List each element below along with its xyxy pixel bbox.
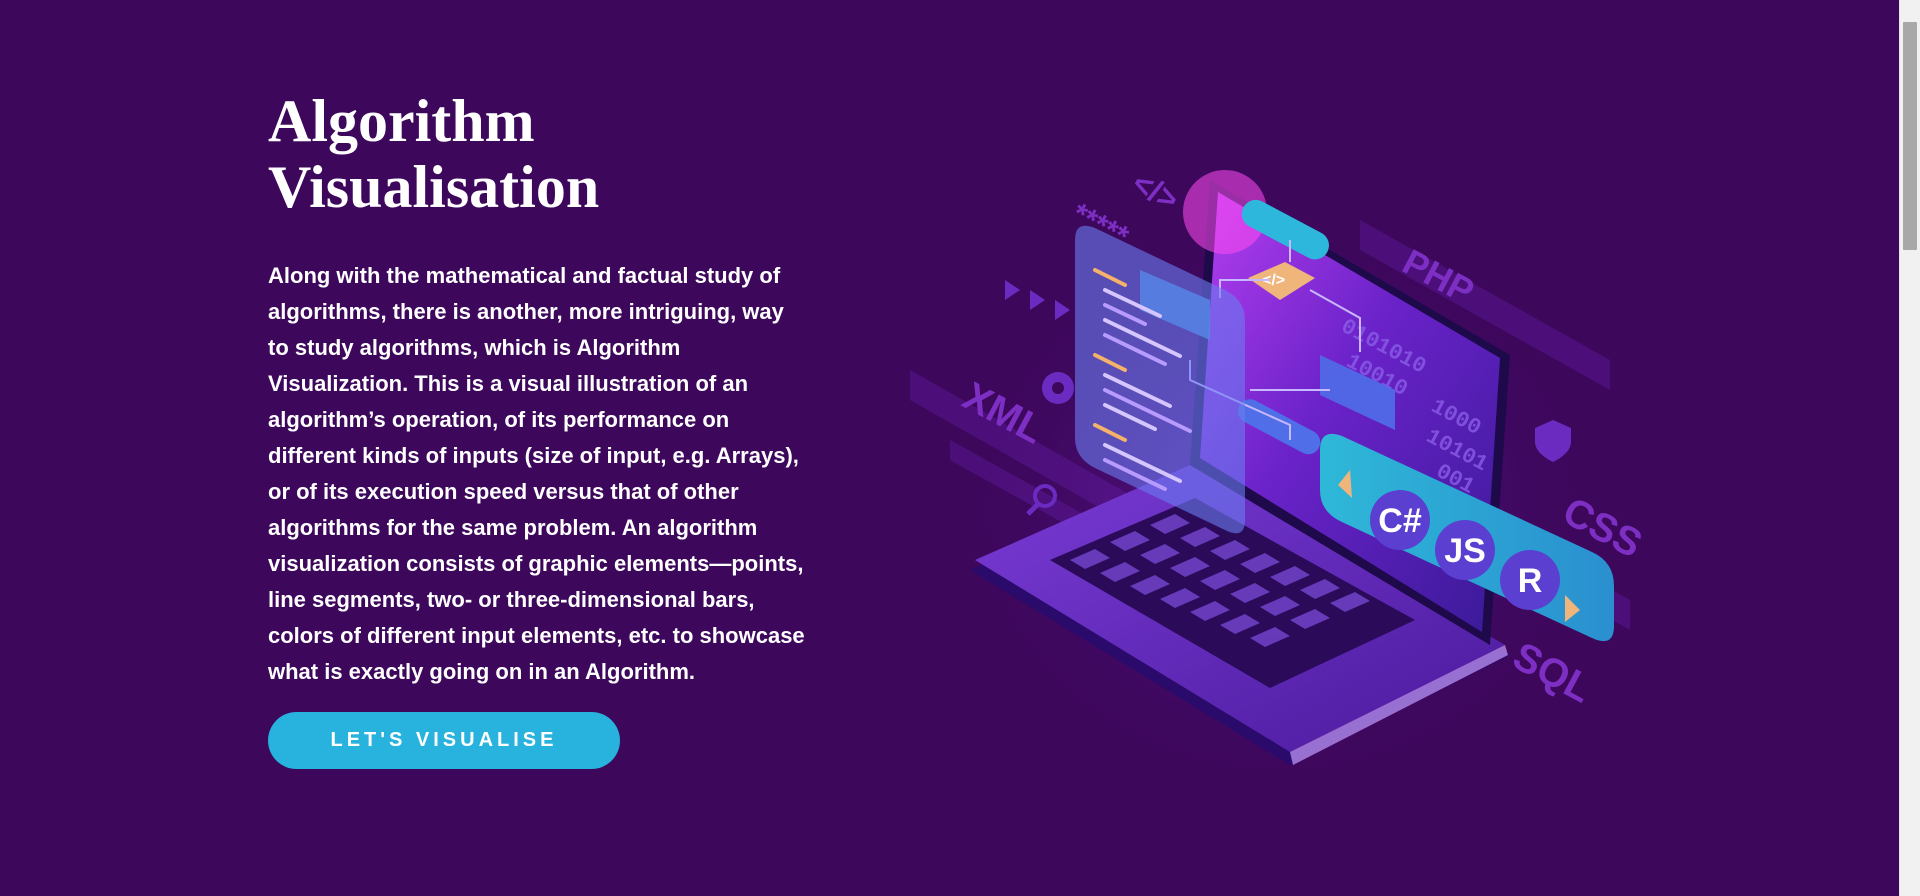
page-scrollbar[interactable] <box>1899 0 1920 896</box>
code-tag-label: </> <box>1127 164 1185 218</box>
hero-description: Along with the mathematical and factual … <box>268 263 805 684</box>
laptop-illustration: PHP XML CSS SQL ***** </> 0101010 10010 … <box>910 164 1649 800</box>
visualise-button[interactable]: LET'S VISUALISE <box>268 712 620 769</box>
page-title: Algorithm Visualisation <box>268 88 600 220</box>
hero-text-column: Algorithm Visualisation Along with the m… <box>268 88 808 769</box>
csharp-badge: C# <box>1378 502 1422 540</box>
js-badge: JS <box>1444 532 1486 570</box>
scrollbar-thumb[interactable] <box>1903 22 1917 250</box>
gear-icon <box>1042 372 1074 404</box>
r-badge: R <box>1518 562 1543 600</box>
hero-section: Algorithm Visualisation Along with the m… <box>0 0 1899 896</box>
